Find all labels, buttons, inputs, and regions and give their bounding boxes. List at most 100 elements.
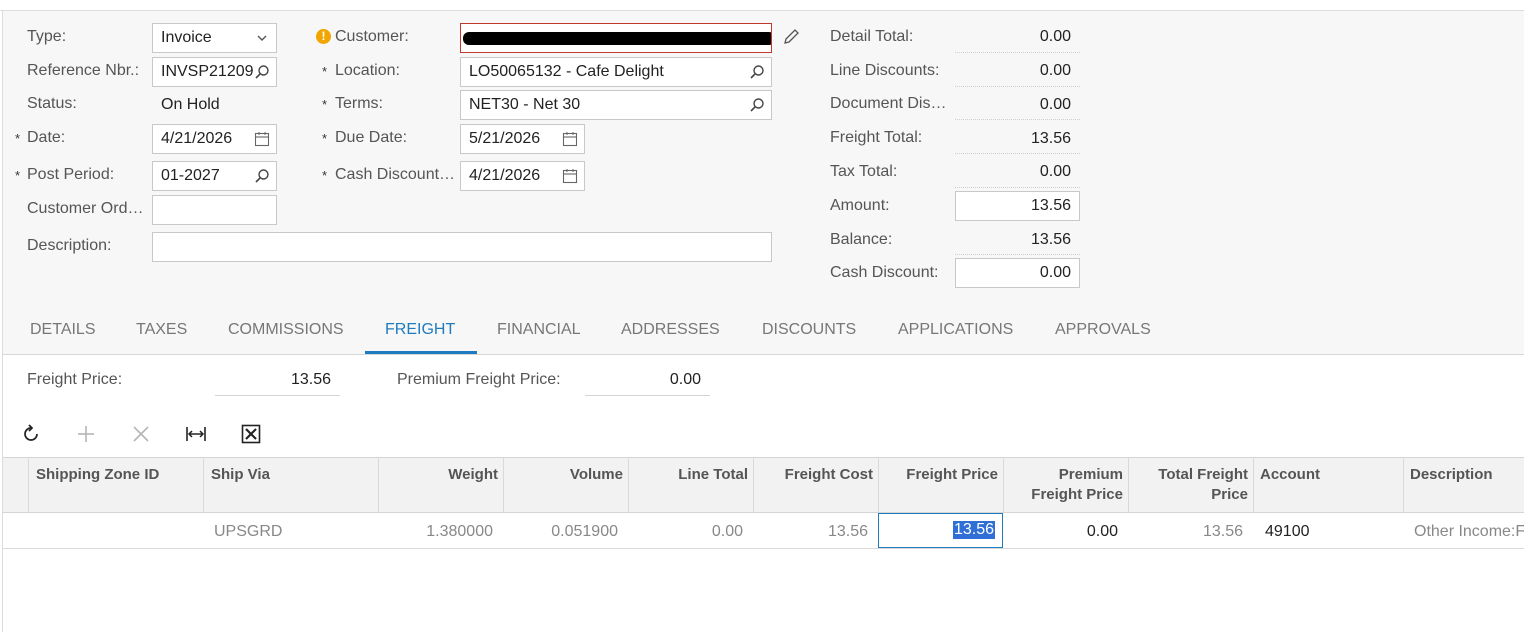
- post-period-field[interactable]: 01-2027: [152, 161, 277, 191]
- column-header-line-total[interactable]: Line Total: [628, 465, 748, 485]
- cash-discount-date-field[interactable]: 4/21/2026: [460, 161, 585, 191]
- cell-weight[interactable]: 1.380000: [378, 523, 493, 541]
- search-icon[interactable]: [749, 97, 765, 113]
- location-value: LO50065132 - Cafe Delight: [469, 63, 664, 80]
- search-icon[interactable]: [254, 64, 270, 80]
- delete-icon[interactable]: [130, 423, 152, 445]
- cell-description-wrap: Other Income:F: [1414, 523, 1524, 541]
- calendar-icon[interactable]: [562, 131, 578, 147]
- reference-nbr-field[interactable]: INVSP21209: [152, 57, 277, 87]
- cash-discount-label: Cash Discount:: [830, 264, 939, 281]
- customer-order-field[interactable]: [152, 195, 277, 225]
- tab-approvals[interactable]: APPROVALS: [1055, 321, 1151, 339]
- tabs-divider: [3, 354, 1524, 355]
- cell-freight-cost[interactable]: 13.56: [753, 523, 868, 541]
- cash-discount-date-value: 4/21/2026: [469, 167, 541, 184]
- column-header-label: Price: [1211, 486, 1248, 503]
- document-discounts-value: 0.00: [1039, 96, 1071, 113]
- cell-description[interactable]: Other Income:F: [1414, 523, 1524, 540]
- cash-discount-field[interactable]: 0.00: [955, 258, 1080, 288]
- due-date-required-mark: *: [322, 131, 328, 146]
- refresh-icon[interactable]: [20, 423, 42, 445]
- cell-total-freight-price[interactable]: 13.56: [1128, 523, 1243, 541]
- column-header-premium-freight-price[interactable]: Premium Freight Price: [1003, 465, 1123, 505]
- cash-discount-date-required-mark: *: [322, 168, 328, 183]
- calendar-icon[interactable]: [254, 131, 270, 147]
- amount-value: 13.56: [1030, 197, 1071, 214]
- column-header-weight[interactable]: Weight: [378, 465, 498, 485]
- column-header-total-freight-price[interactable]: Total Freight Price: [1128, 465, 1248, 505]
- cell-freight-price-selected[interactable]: 13.56: [952, 521, 995, 539]
- tab-taxes[interactable]: TAXES: [136, 321, 187, 339]
- cell-ship-via[interactable]: UPSGRD: [214, 523, 282, 541]
- column-header-description[interactable]: Description: [1410, 465, 1493, 485]
- tab-addresses[interactable]: ADDRESSES: [621, 321, 720, 339]
- search-icon[interactable]: [254, 168, 270, 184]
- add-icon[interactable]: [75, 423, 97, 445]
- column-header-freight-price[interactable]: Freight Price: [878, 465, 998, 485]
- tax-total-label: Tax Total:: [830, 163, 898, 180]
- divider: [955, 254, 1080, 255]
- location-field[interactable]: LO50065132 - Cafe Delight: [460, 57, 772, 87]
- column-header-account[interactable]: Account: [1260, 465, 1320, 485]
- date-field[interactable]: 4/21/2026: [152, 124, 277, 154]
- tab-financial[interactable]: FINANCIAL: [497, 321, 581, 339]
- location-required-mark: *: [322, 64, 328, 79]
- type-select[interactable]: Invoice: [152, 23, 277, 53]
- reference-nbr-label: Reference Nbr.:: [27, 62, 140, 79]
- column-separator: [1403, 457, 1404, 513]
- premium-freight-price-value: 0.00: [669, 371, 701, 388]
- date-label: Date:: [27, 129, 66, 146]
- export-excel-icon[interactable]: [240, 423, 262, 445]
- freight-total-label: Freight Total:: [830, 129, 923, 146]
- search-icon[interactable]: [749, 64, 765, 80]
- column-header-ship-via[interactable]: Ship Via: [211, 465, 270, 485]
- status-value: On Hold: [161, 96, 220, 113]
- active-tab-indicator: [365, 351, 477, 354]
- column-header-label: Description: [1410, 466, 1493, 483]
- customer-field[interactable]: [460, 23, 772, 53]
- cell-line-total[interactable]: 0.00: [628, 523, 743, 541]
- column-header-label: Freight Price: [906, 466, 998, 483]
- due-date-field[interactable]: 5/21/2026: [460, 124, 585, 154]
- balance-value: 13.56: [1030, 231, 1071, 248]
- detail-total-value: 0.00: [1039, 28, 1071, 45]
- redaction-bar: [463, 32, 771, 45]
- post-period-required-mark: *: [15, 168, 21, 183]
- tab-discounts[interactable]: DISCOUNTS: [762, 321, 856, 339]
- freight-price-editor[interactable]: 13.56: [878, 513, 1003, 548]
- column-header-volume[interactable]: Volume: [503, 465, 623, 485]
- detail-total-label: Detail Total:: [830, 28, 914, 45]
- column-header-shipping-zone-id[interactable]: Shipping Zone ID: [36, 465, 159, 485]
- tab-commissions[interactable]: COMMISSIONS: [228, 321, 344, 339]
- terms-field[interactable]: NET30 - Net 30: [460, 90, 772, 120]
- column-header-label: Weight: [448, 466, 498, 483]
- column-header-label: Shipping Zone ID: [36, 466, 160, 483]
- cell-premium-freight-price[interactable]: 0.00: [1003, 523, 1118, 541]
- line-discounts-value: 0.00: [1039, 62, 1071, 79]
- row-divider: [3, 548, 1524, 549]
- terms-required-mark: *: [322, 97, 328, 112]
- tab-applications[interactable]: APPLICATIONS: [898, 321, 1013, 339]
- customer-label: Customer:: [335, 28, 409, 45]
- column-header-label: Account: [1260, 466, 1320, 483]
- divider: [955, 153, 1080, 154]
- fit-columns-icon[interactable]: [185, 423, 207, 445]
- column-header-label: Total Freight: [1158, 466, 1248, 483]
- edit-pencil-icon[interactable]: [781, 27, 801, 47]
- amount-label: Amount:: [830, 197, 890, 214]
- amount-field[interactable]: 13.56: [955, 191, 1080, 221]
- description-field[interactable]: [152, 232, 772, 262]
- tax-total-value: 0.00: [1039, 163, 1071, 180]
- freight-total-value: 13.56: [1030, 130, 1071, 147]
- cell-account[interactable]: 49100: [1265, 523, 1310, 541]
- divider: [215, 395, 340, 396]
- column-header-freight-cost[interactable]: Freight Cost: [753, 465, 873, 485]
- tab-details[interactable]: DETAILS: [30, 321, 96, 339]
- column-header-label: Volume: [569, 466, 623, 483]
- divider: [955, 86, 1080, 87]
- calendar-icon[interactable]: [562, 168, 578, 184]
- tab-freight[interactable]: FREIGHT: [385, 321, 455, 339]
- cell-volume[interactable]: 0.051900: [503, 523, 618, 541]
- warning-icon: !: [316, 29, 331, 44]
